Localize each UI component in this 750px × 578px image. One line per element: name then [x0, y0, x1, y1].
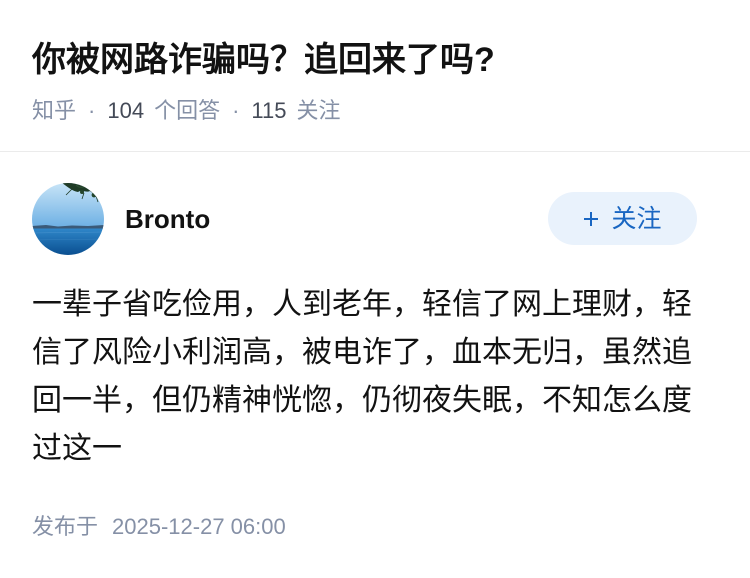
- plus-icon: [584, 211, 599, 226]
- question-meta: 知乎 · 104 个回答 · 115 关注: [32, 96, 341, 126]
- published-time: 2025-12-27 06:00: [112, 514, 286, 539]
- follow-count: 115: [251, 98, 287, 123]
- answer-count: 104: [107, 98, 145, 123]
- meta-separator: ·: [88, 98, 96, 123]
- question-title[interactable]: 你被网路诈骗吗？追回来了吗?: [32, 40, 495, 80]
- follow-count-label: 关注: [296, 98, 341, 123]
- published-info: 发布于 2025-12-27 06:00: [32, 512, 286, 542]
- source-label[interactable]: 知乎: [32, 98, 76, 123]
- answer-content: 一辈子省吃俭用，人到老年，轻信了网上理财，轻信了风险小利润高，被电诈了，血本无归…: [32, 288, 692, 465]
- divider: [0, 151, 750, 152]
- follow-button-label: 关注: [611, 204, 662, 233]
- avatar[interactable]: [32, 183, 104, 255]
- answer-count-label: 个回答: [154, 98, 221, 123]
- follow-button[interactable]: 关注: [548, 192, 697, 245]
- author-name[interactable]: Bronto: [125, 203, 210, 235]
- published-label: 发布于: [32, 514, 99, 539]
- meta-separator: ·: [232, 98, 240, 123]
- avatar-seascape-icon: [32, 183, 104, 255]
